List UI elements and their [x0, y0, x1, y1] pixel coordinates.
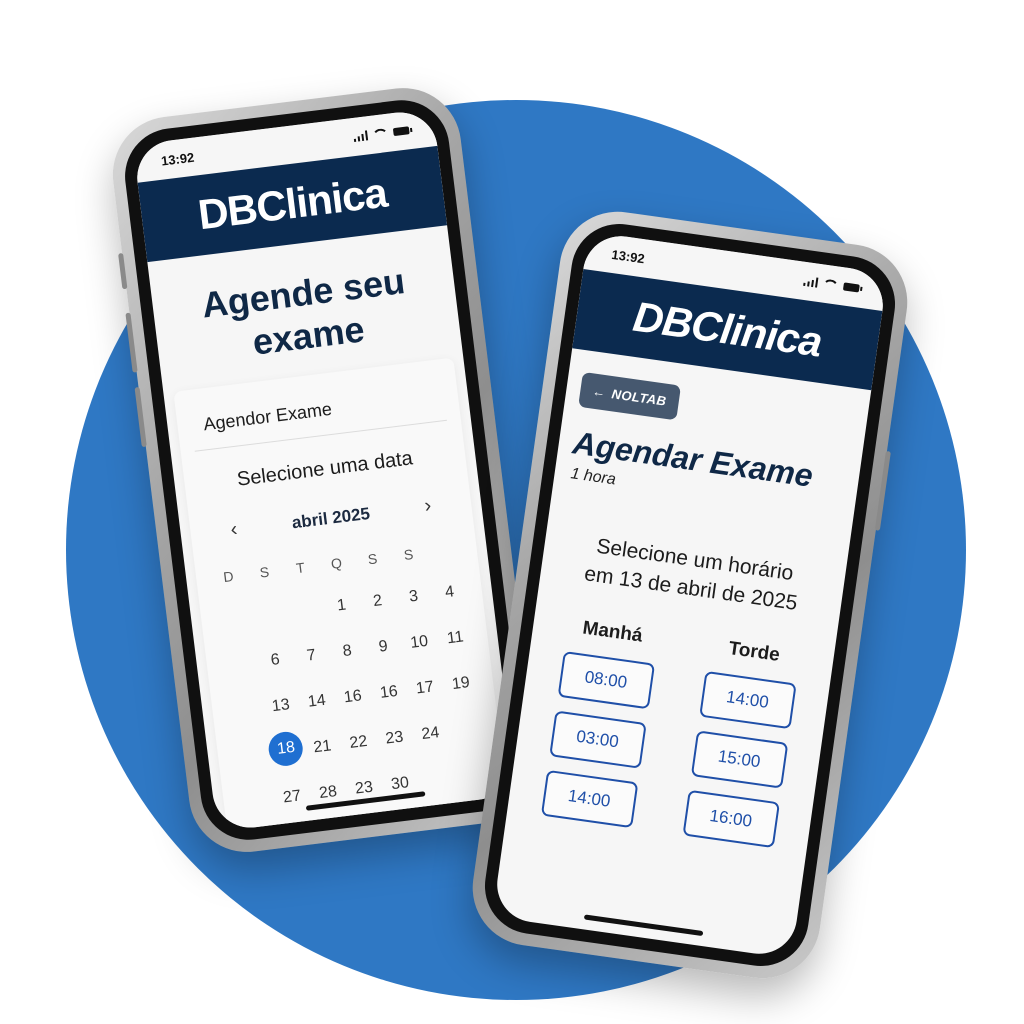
calendar-day[interactable]: 13	[262, 693, 301, 719]
calendar-day[interactable]: 16	[334, 685, 373, 711]
calendar-day[interactable]: 11	[436, 626, 475, 652]
signal-icon	[802, 276, 819, 288]
weekday-label: S	[258, 564, 271, 582]
time-slot-button[interactable]: 15:00	[690, 730, 788, 789]
battery-icon	[392, 126, 410, 137]
phone1-screen: 13:92 DBClinica Agende seu exame Agendor…	[132, 108, 518, 832]
weekday-label: T	[295, 559, 306, 577]
calendar-nav: ‹ abril 2025 ›	[204, 492, 459, 546]
card-subtitle: Selecione uma data	[235, 447, 414, 492]
prev-month-button[interactable]: ‹	[229, 519, 238, 543]
calendar-day[interactable]: 19	[442, 671, 481, 697]
mute-switch	[118, 252, 128, 290]
calendar-day[interactable]: 23	[375, 726, 414, 752]
calendar-day[interactable]: 3	[394, 584, 433, 610]
battery-icon	[842, 282, 860, 293]
calendar-day[interactable]: 16	[370, 680, 409, 706]
calendar-day[interactable]: 2	[358, 589, 397, 615]
calendar-day[interactable]: 7	[292, 643, 331, 669]
empty-day-cell	[214, 606, 253, 632]
phone2-screen: 13:92 DBClinica ← NOLTAB Agendar Exame 1…	[492, 231, 888, 959]
back-button-label: NOLTAB	[610, 386, 668, 409]
calendar-day[interactable]: 24	[411, 721, 450, 747]
weekday-label: D	[222, 568, 235, 586]
afternoon-label: Torde	[727, 637, 782, 666]
empty-day-cell	[447, 717, 486, 743]
empty-day-cell	[286, 598, 325, 624]
wifi-icon	[821, 278, 840, 291]
time-slots: Manhá 08:00 03:00 14:00 Torde 14:00 15:0…	[505, 610, 834, 866]
time-slot-button[interactable]: 08:00	[557, 650, 655, 710]
empty-day-cell	[231, 743, 270, 769]
weekday-label: S	[366, 550, 379, 568]
calendar-day[interactable]: 6	[256, 648, 295, 674]
calendar-day[interactable]: 4	[430, 580, 469, 606]
empty-day-cell	[226, 698, 265, 724]
weekday-spacer	[426, 540, 464, 560]
back-button[interactable]: ← NOLTAB	[578, 371, 681, 421]
phone-bezel: 13:92 DBClinica Agende seu exame Agendor…	[119, 94, 531, 846]
morning-column: Manhá 08:00 03:00 14:00	[538, 615, 659, 842]
calendar-day[interactable]: 22	[339, 730, 378, 756]
status-time: 13:92	[610, 246, 646, 266]
weekday-label: Q	[330, 555, 343, 573]
time-slot-button[interactable]: 14:00	[540, 769, 638, 828]
select-time-prompt: Selecione um horário em 13 de abril de 2…	[549, 526, 836, 623]
status-time: 13:92	[160, 149, 195, 169]
calendar-day[interactable]: 21	[303, 735, 342, 761]
home-indicator	[583, 914, 704, 937]
empty-day-cell	[237, 789, 276, 815]
calendar-day[interactable]: 9	[364, 634, 403, 660]
calendar-day[interactable]: 8	[328, 639, 367, 665]
wifi-icon	[371, 127, 389, 140]
weekday-label: S	[402, 546, 415, 564]
card-header: Agendor Exame	[189, 375, 447, 453]
next-month-button[interactable]: ›	[423, 495, 432, 519]
selected-day-indicator: 18	[267, 730, 306, 769]
time-slot-button[interactable]: 14:00	[698, 670, 797, 729]
calendar-day[interactable]: 17	[406, 676, 445, 702]
calendar-day[interactable]: 10	[400, 630, 439, 656]
empty-day-cell	[220, 652, 259, 678]
arrow-left-icon: ←	[591, 383, 607, 401]
calendar-day-selected[interactable]: 18	[267, 730, 306, 769]
afternoon-column: Torde 14:00 15:00 16:00	[680, 635, 801, 862]
time-slot-button[interactable]: 03:00	[548, 710, 647, 769]
empty-day-cell	[417, 767, 456, 793]
calendar-grid: D S T Q S S 1 2 3 4 6 7 8 9 10 11 13 14 16 16 17 19 18 21 22 23 24…	[209, 540, 497, 832]
signal-icon	[353, 130, 369, 143]
scheduling-card: Agendor Exame Selecione uma data ‹ abril…	[173, 357, 515, 832]
time-slot-button[interactable]: 16:00	[682, 789, 780, 848]
morning-label: Manhá	[581, 617, 644, 647]
page-title: Agende seu exame	[199, 260, 407, 363]
month-label: abril 2025	[290, 503, 371, 533]
empty-day-cell	[250, 602, 289, 628]
calendar-day[interactable]: 1	[322, 593, 361, 619]
calendar-day[interactable]: 14	[298, 689, 337, 715]
